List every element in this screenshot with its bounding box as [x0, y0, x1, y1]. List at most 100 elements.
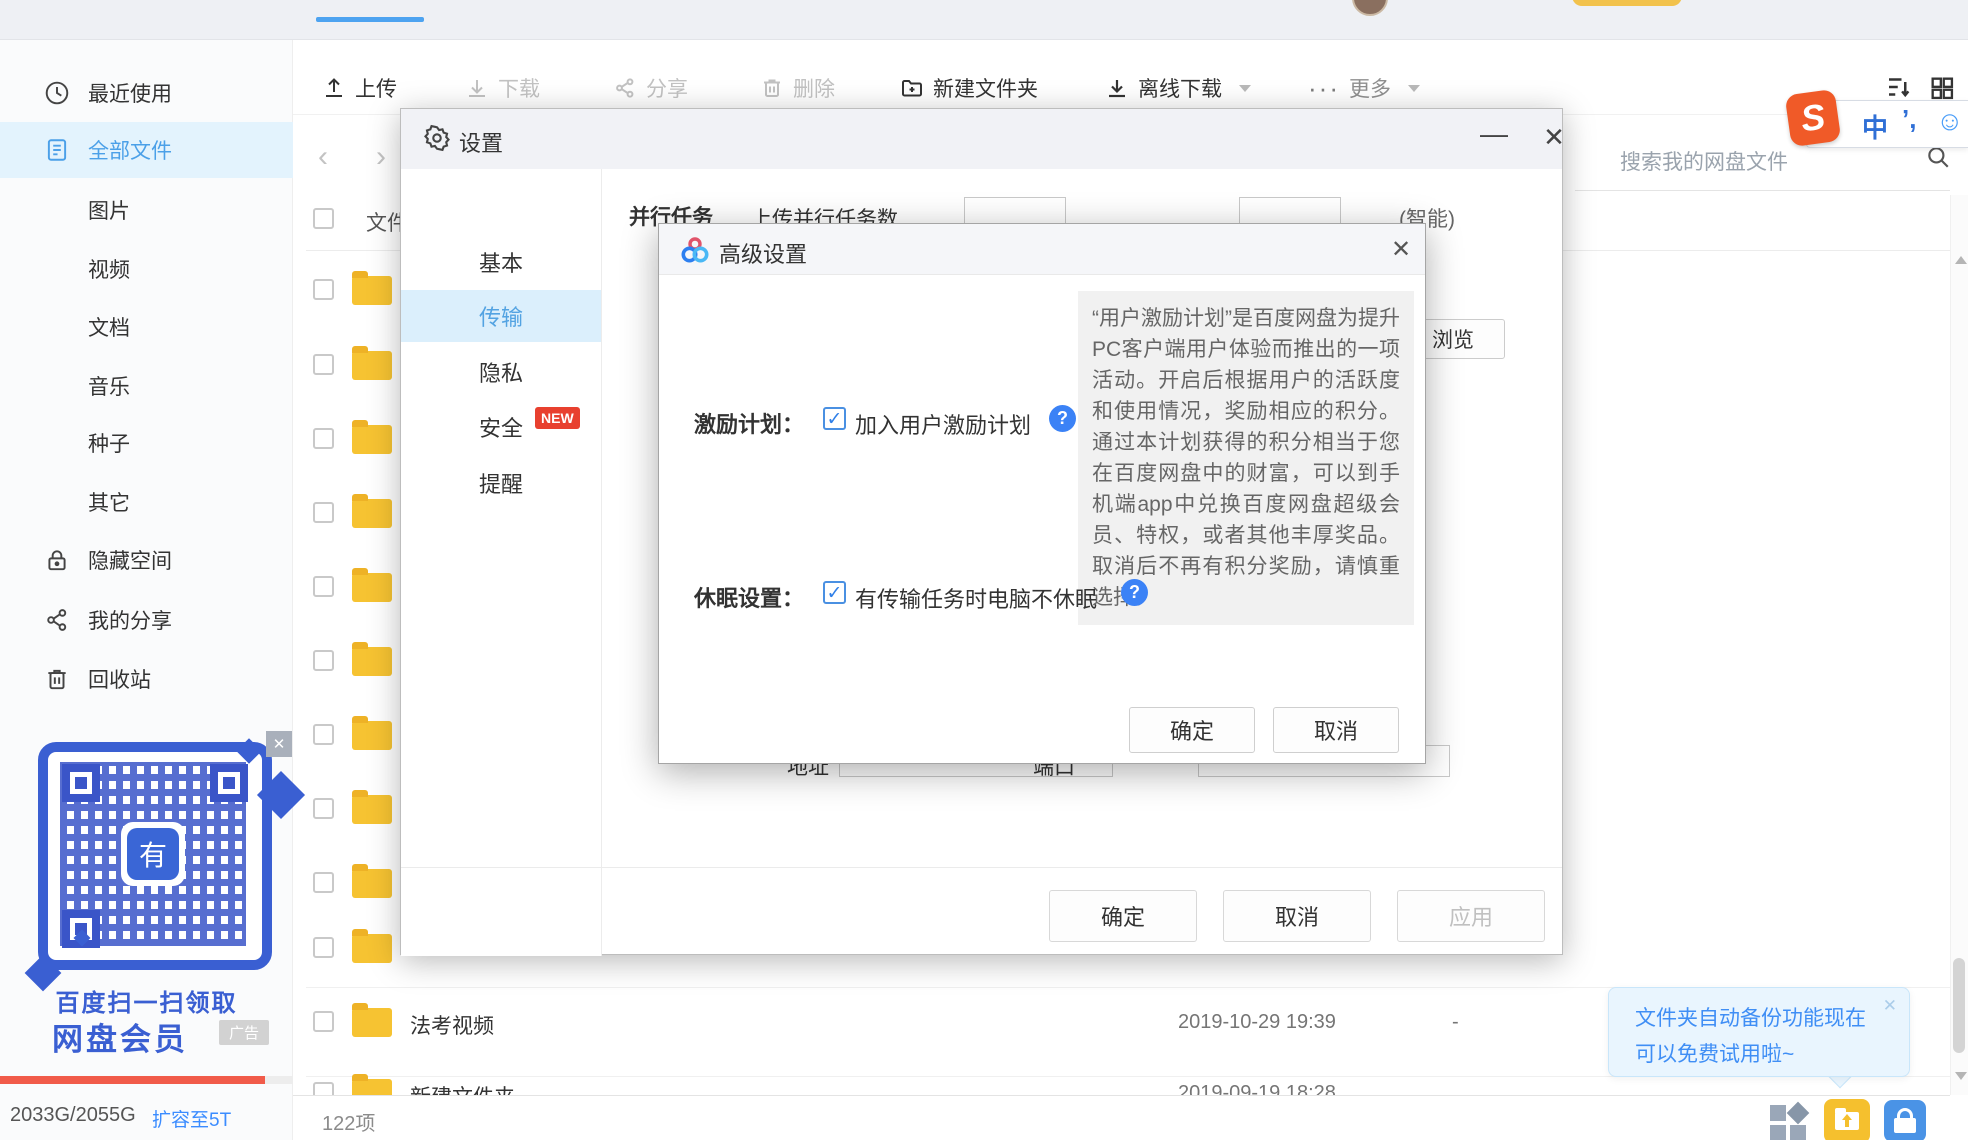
folder-icon [352, 929, 392, 963]
netdisk-logo-icon [680, 235, 710, 265]
folder-icon [352, 271, 392, 305]
sidebar-item-recent[interactable]: 最近使用 [0, 65, 293, 121]
sidebar-item-label: 音乐 [88, 376, 130, 399]
ad-close-icon[interactable]: ✕ [266, 731, 292, 757]
sidebar-item-hidden-space[interactable]: 隐藏空间 [0, 532, 293, 588]
sidebar-item-label: 全部文件 [88, 140, 172, 163]
settings-cancel-button[interactable]: 取消 [1223, 890, 1371, 942]
row-checkbox[interactable] [313, 576, 334, 597]
lock-icon [44, 547, 70, 573]
more-button[interactable]: ··· 更多 [1308, 70, 1420, 106]
download-button[interactable]: 下载 [465, 70, 540, 106]
file-icon [44, 137, 70, 163]
select-all-checkbox[interactable] [313, 208, 334, 229]
row-checkbox[interactable] [313, 502, 334, 523]
tab-privacy[interactable]: 隐私 [401, 346, 601, 398]
help-icon[interactable]: ? [1121, 579, 1148, 606]
row-checkbox[interactable] [313, 798, 334, 819]
advanced-cancel-button[interactable]: 取消 [1273, 707, 1399, 753]
tab-basic[interactable]: 基本 [401, 236, 601, 288]
sort-icon[interactable] [1884, 72, 1914, 102]
chevron-down-icon [1407, 84, 1420, 92]
settings-ok-button[interactable]: 确定 [1049, 890, 1197, 942]
sidebar-item-my-shares[interactable]: 我的分享 [0, 592, 293, 648]
row-checkbox[interactable] [313, 1011, 334, 1032]
new-folder-button[interactable]: 新建文件夹 [900, 70, 1038, 106]
row-checkbox[interactable] [313, 937, 334, 958]
settings-apply-button[interactable]: 应用 [1397, 890, 1545, 942]
advanced-ok-button[interactable]: 确定 [1129, 707, 1255, 753]
row-checkbox[interactable] [313, 872, 334, 893]
incentive-checkbox[interactable]: ✓ [823, 407, 846, 430]
ime-emoji-icon[interactable]: ☺ [1936, 106, 1964, 137]
trash-icon [44, 666, 70, 692]
row-checkbox[interactable] [313, 650, 334, 671]
search-input[interactable]: 搜索我的网盘文件 [1620, 146, 1788, 176]
scroll-down-icon[interactable] [1955, 1072, 1967, 1080]
scrollbar-thumb[interactable] [1953, 958, 1965, 1053]
upload-button[interactable]: 上传 [322, 70, 397, 106]
incentive-option-label: 加入用户激励计划 [855, 413, 1032, 438]
ime-language-toggle[interactable]: 中 [1862, 108, 1888, 145]
sleep-option-label: 有传输任务时电脑不休眠 [855, 587, 1098, 612]
sidebar-item-all-files[interactable]: 全部文件 [0, 122, 293, 178]
sidebar-item-music[interactable]: 音乐 [0, 358, 293, 414]
forward-button[interactable]: › [376, 140, 386, 174]
ime-punctuation-toggle[interactable]: ’, [1902, 104, 1916, 135]
folder-plus-icon [900, 76, 924, 100]
sidebar-item-pictures[interactable]: 图片 [0, 182, 293, 238]
folder-icon [352, 494, 392, 528]
qr-ad[interactable]: 有 [38, 742, 272, 970]
sogou-logo-icon[interactable]: S [1784, 88, 1842, 148]
new-badge: NEW [535, 407, 580, 429]
delete-button[interactable]: 删除 [760, 70, 835, 106]
share-button[interactable]: 分享 [613, 70, 688, 106]
expand-storage-link[interactable]: 扩容至5T [152, 1105, 231, 1132]
backup-tooltip: 文件夹自动备份功能现在 可以免费试用啦~ ✕ [1608, 987, 1910, 1077]
ad-badge: 广告 [219, 1020, 269, 1045]
sidebar-item-others[interactable]: 其它 [0, 474, 293, 530]
scroll-up-icon[interactable] [1955, 256, 1967, 264]
sidebar-item-label: 视频 [88, 259, 130, 282]
sidebar-item-label: 其它 [88, 492, 130, 515]
folder-icon [352, 346, 392, 380]
sleep-checkbox[interactable]: ✓ [823, 581, 846, 604]
folder-icon [352, 420, 392, 454]
tab-reminder[interactable]: 提醒 [401, 457, 601, 509]
sidebar-item-torrents[interactable]: 种子 [0, 415, 293, 471]
row-checkbox[interactable] [313, 724, 334, 745]
download-icon [465, 76, 489, 100]
upload-icon [322, 76, 346, 100]
row-checkbox[interactable] [313, 428, 334, 449]
sidebar-item-label: 回收站 [88, 669, 151, 692]
row-checkbox[interactable] [313, 279, 334, 300]
auto-backup-icon[interactable] [1824, 1099, 1870, 1140]
lock-space-icon[interactable] [1884, 1100, 1926, 1140]
folder-icon [352, 568, 392, 602]
sidebar-item-label: 文档 [88, 317, 130, 340]
close-icon[interactable]: ✕ [1531, 115, 1577, 159]
storage-progress-fill [0, 1076, 265, 1084]
sidebar-item-videos[interactable]: 视频 [0, 241, 293, 297]
vip-pill-button[interactable] [1572, 0, 1682, 6]
close-icon[interactable]: ✕ [1381, 230, 1421, 270]
sidebar-item-recycle-bin[interactable]: 回收站 [0, 651, 293, 707]
help-icon[interactable]: ? [1049, 405, 1076, 432]
close-icon[interactable]: ✕ [1883, 996, 1897, 1016]
row-checkbox[interactable] [313, 354, 334, 375]
gear-icon [423, 124, 451, 152]
grid-view-icon[interactable] [1928, 74, 1956, 102]
share-icon [613, 76, 637, 100]
minimize-icon[interactable]: — [1471, 115, 1517, 159]
sidebar-item-label: 隐藏空间 [88, 550, 172, 573]
back-button[interactable]: ‹ [318, 140, 328, 174]
storage-usage: 2033G/2055G [10, 1104, 136, 1126]
sleep-label: 休眠设置： [694, 586, 805, 611]
ad-caption: 网盘会员 [52, 1022, 188, 1057]
more-dots-icon: ··· [1308, 72, 1340, 103]
apps-grid-icon[interactable] [1768, 1101, 1810, 1140]
tab-transfer[interactable]: 传输 [401, 290, 601, 342]
sidebar-item-documents[interactable]: 文档 [0, 299, 293, 355]
offline-download-button[interactable]: 离线下载 [1105, 70, 1251, 106]
folder-icon [352, 642, 392, 676]
